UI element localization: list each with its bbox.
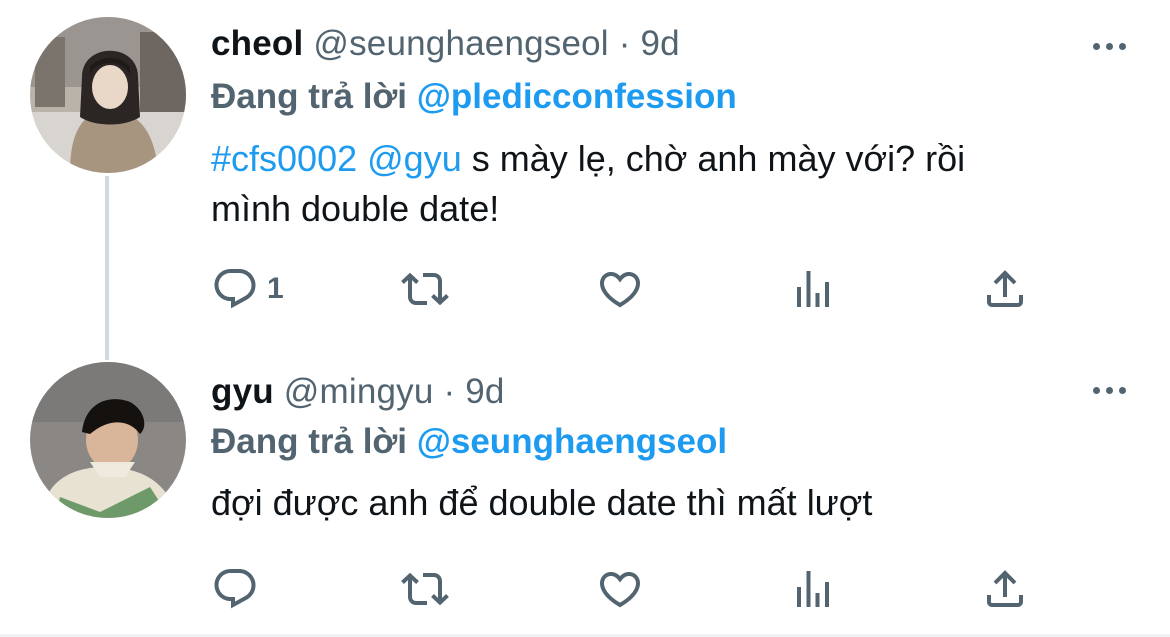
display-name[interactable]: gyu bbox=[211, 372, 274, 411]
like-button[interactable] bbox=[596, 565, 644, 613]
retweet-icon bbox=[401, 272, 449, 306]
more-icon[interactable] bbox=[1093, 43, 1126, 50]
retweet-icon bbox=[401, 572, 449, 606]
reply-count: 1 bbox=[267, 272, 284, 305]
views-icon bbox=[797, 571, 829, 607]
tweet-text: #cfs0002 @gyu s mày lẹ, chờ anh mày với?… bbox=[211, 134, 1111, 234]
avatar-image-cheol bbox=[30, 17, 186, 173]
reply-prefix: Đang trả lời bbox=[211, 77, 417, 116]
views-icon bbox=[797, 271, 829, 307]
timestamp[interactable]: 9d bbox=[465, 372, 504, 411]
tweet-text-line1: s mày lẹ, chờ anh mày với? rồi bbox=[461, 138, 966, 179]
reply-to-mention[interactable]: @seunghaengseol bbox=[417, 422, 727, 461]
mention-link[interactable]: @gyu bbox=[367, 138, 462, 179]
retweet-button[interactable] bbox=[401, 565, 449, 613]
share-icon bbox=[987, 570, 1023, 607]
tweet-text-line2: mình double date! bbox=[211, 188, 500, 229]
action-bar: 1 bbox=[211, 265, 1031, 315]
action-bar bbox=[211, 565, 1031, 615]
avatar[interactable] bbox=[30, 362, 186, 518]
share-icon bbox=[987, 270, 1023, 307]
replying-to: Đang trả lời @seunghaengseol bbox=[211, 422, 727, 462]
tweet[interactable]: gyu @mingyu · 9d Đang trả lời @seunghaen… bbox=[0, 350, 1170, 637]
display-name[interactable]: cheol bbox=[211, 24, 303, 63]
like-icon bbox=[599, 272, 641, 308]
views-button[interactable] bbox=[789, 265, 837, 313]
more-icon[interactable] bbox=[1093, 387, 1126, 394]
reply-icon bbox=[214, 569, 256, 609]
handle[interactable]: @seunghaengseol bbox=[313, 24, 608, 63]
reply-icon bbox=[214, 269, 256, 309]
tweet-header: cheol @seunghaengseol · 9d bbox=[211, 24, 680, 64]
reply-button[interactable] bbox=[211, 565, 259, 613]
share-button[interactable] bbox=[981, 565, 1029, 613]
like-icon bbox=[599, 572, 641, 608]
reply-prefix: Đang trả lời bbox=[211, 422, 417, 461]
separator: · bbox=[608, 24, 641, 63]
reply-to-mention[interactable]: @pledicconfession bbox=[417, 77, 737, 116]
retweet-button[interactable] bbox=[401, 265, 449, 313]
reply-button[interactable]: 1 bbox=[211, 265, 284, 313]
avatar[interactable] bbox=[30, 17, 186, 173]
tweet[interactable]: cheol @seunghaengseol · 9d Đang trả lời … bbox=[0, 0, 1170, 350]
like-button[interactable] bbox=[596, 265, 644, 313]
tweet-text-line1: đợi được anh để double date thì mất lượt bbox=[211, 482, 873, 523]
hashtag-link[interactable]: #cfs0002 bbox=[211, 138, 357, 179]
timestamp[interactable]: 9d bbox=[641, 24, 680, 63]
handle[interactable]: @mingyu bbox=[284, 372, 434, 411]
replying-to: Đang trả lời @pledicconfession bbox=[211, 77, 737, 117]
separator: · bbox=[433, 372, 466, 411]
views-button[interactable] bbox=[789, 565, 837, 613]
avatar-image-gyu bbox=[30, 362, 186, 518]
tweet-header: gyu @mingyu · 9d bbox=[211, 372, 505, 412]
share-button[interactable] bbox=[981, 265, 1029, 313]
tweet-text: đợi được anh để double date thì mất lượt bbox=[211, 478, 1111, 528]
